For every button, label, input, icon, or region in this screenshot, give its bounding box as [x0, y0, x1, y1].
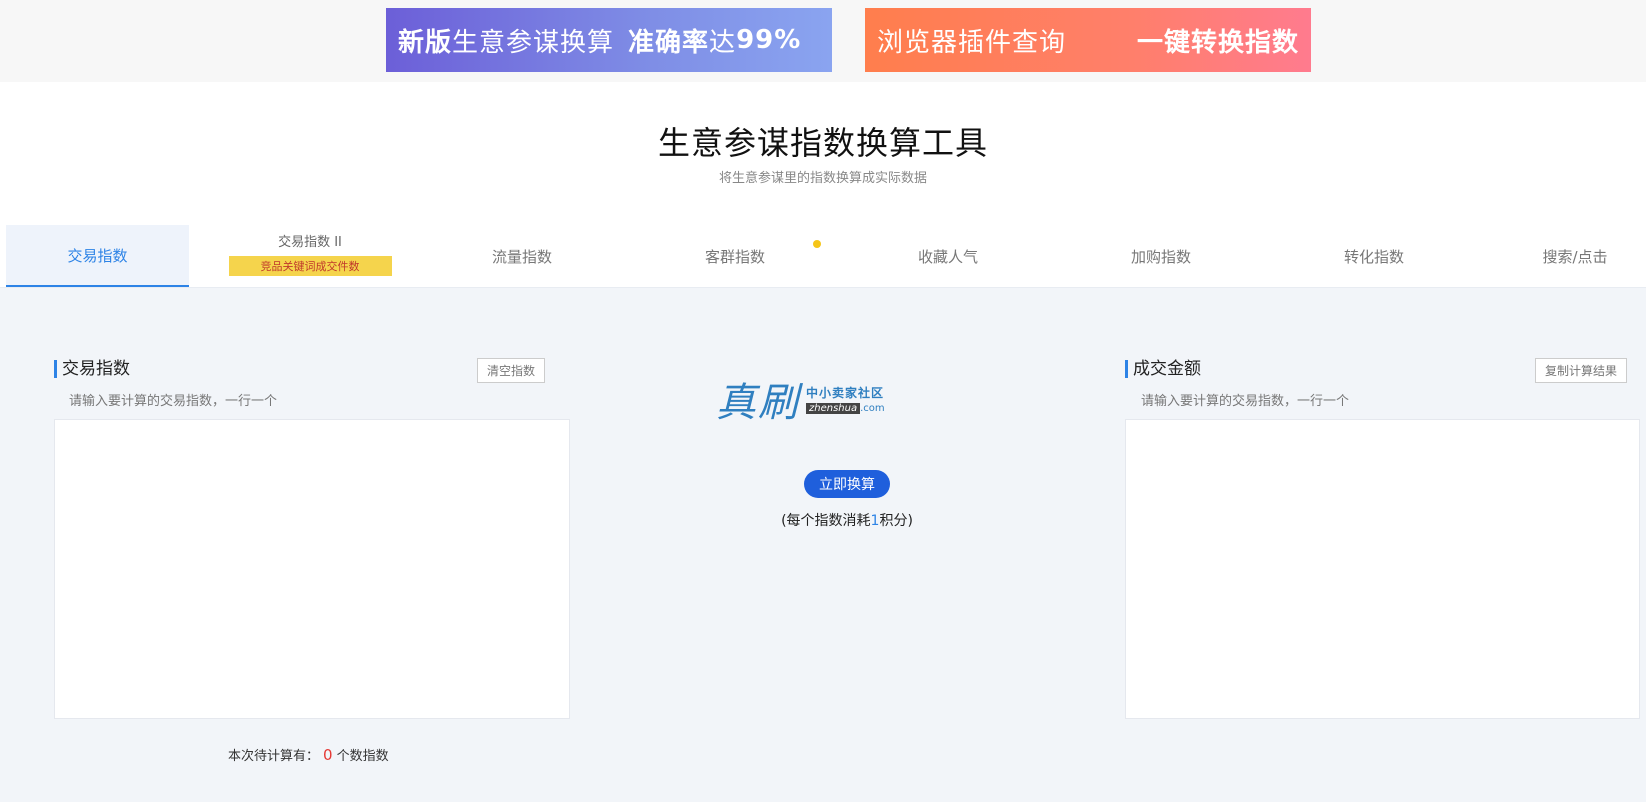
tab-label: 搜索/点击 — [1542, 247, 1608, 266]
right-panel-title: 成交金额 — [1125, 360, 1201, 378]
banner-left-part4: 达 — [709, 27, 737, 58]
tab-label: 交易指数 — [67, 246, 128, 265]
banner-new-version[interactable]: 新版 生意参谋换算 准确率 达 99% — [386, 8, 832, 72]
clear-index-button[interactable]: 清空指数 — [477, 358, 546, 383]
tab-trade-index-2[interactable]: 交易指数 II 竞品关键词成交件数 — [220, 225, 400, 287]
zhenshua-logo: 真刷 中小卖家社区 zhenshua .com — [716, 373, 931, 426]
page-subtitle: 将生意参谋里的指数换算成实际数据 — [718, 171, 927, 186]
banner-browser-plugin[interactable]: 浏览器插件查询 一键转换指数 — [865, 8, 1311, 72]
tab-trade-index[interactable]: 交易指数 — [6, 225, 189, 287]
logo-en: zhenshua — [806, 403, 861, 414]
left-panel-header: 交易指数 — [54, 360, 130, 378]
cost-prefix: (每个指数消耗 — [781, 513, 871, 529]
count-prefix: 本次待计算有： — [228, 749, 320, 764]
banner-left-part5: 99% — [736, 25, 802, 55]
left-panel-title: 交易指数 — [54, 360, 130, 378]
tab-bar: 交易指数 交易指数 II 竞品关键词成交件数 流量指数 客群指数 收藏人气 加购… — [0, 225, 1646, 288]
index-input[interactable] — [54, 419, 570, 719]
calculate-button[interactable]: 立即换算 — [804, 470, 890, 498]
right-panel-header: 成交金额 — [1125, 360, 1201, 378]
logo-cn: 中小卖家社区 — [806, 386, 885, 400]
tab-label: 转化指数 — [1343, 247, 1404, 266]
tab-badge: 竞品关键词成交件数 — [228, 255, 392, 276]
tab-favorites[interactable]: 收藏人气 — [868, 225, 1028, 287]
banner-left-part1: 新版 — [398, 27, 453, 58]
tab-traffic-index[interactable]: 流量指数 — [442, 225, 602, 287]
page-title: 生意参谋指数换算工具 — [657, 124, 988, 162]
banner-left-part3: 准确率 — [628, 27, 710, 58]
banner-left-part2: 生意参谋换算 — [452, 27, 615, 58]
tab-label: 收藏人气 — [917, 247, 978, 266]
left-panel-hint: 请输入要计算的交易指数，一行一个 — [69, 394, 278, 409]
tab-label: 客群指数 — [704, 247, 765, 266]
new-dot — [813, 240, 821, 248]
tab-search-click[interactable]: 搜索/点击 — [1510, 225, 1640, 287]
logo-main: 真刷 — [716, 380, 800, 426]
banner-right-part2: 一键转换指数 — [1136, 27, 1299, 58]
cost-suffix: 积分) — [879, 513, 913, 529]
banner-right-part1: 浏览器插件查询 — [877, 27, 1067, 58]
tab-conversion-index[interactable]: 转化指数 — [1294, 225, 1454, 287]
right-panel-hint: 请输入要计算的交易指数，一行一个 — [1141, 394, 1350, 409]
logo-domain: .com — [860, 403, 885, 414]
count-suffix: 个数指数 — [336, 749, 389, 764]
tab-customer-index[interactable]: 客群指数 — [655, 225, 815, 287]
count-value: 0 — [323, 746, 333, 764]
pending-count: 本次待计算有： 0 个数指数 — [228, 745, 389, 764]
copy-result-button[interactable]: 复制计算结果 — [1535, 358, 1628, 383]
result-output[interactable] — [1125, 419, 1640, 719]
tab-label: 流量指数 — [491, 247, 552, 266]
tab-label: 加购指数 — [1130, 247, 1191, 266]
tab-label: 交易指数 II — [278, 234, 342, 250]
tab-cart-index[interactable]: 加购指数 — [1081, 225, 1241, 287]
